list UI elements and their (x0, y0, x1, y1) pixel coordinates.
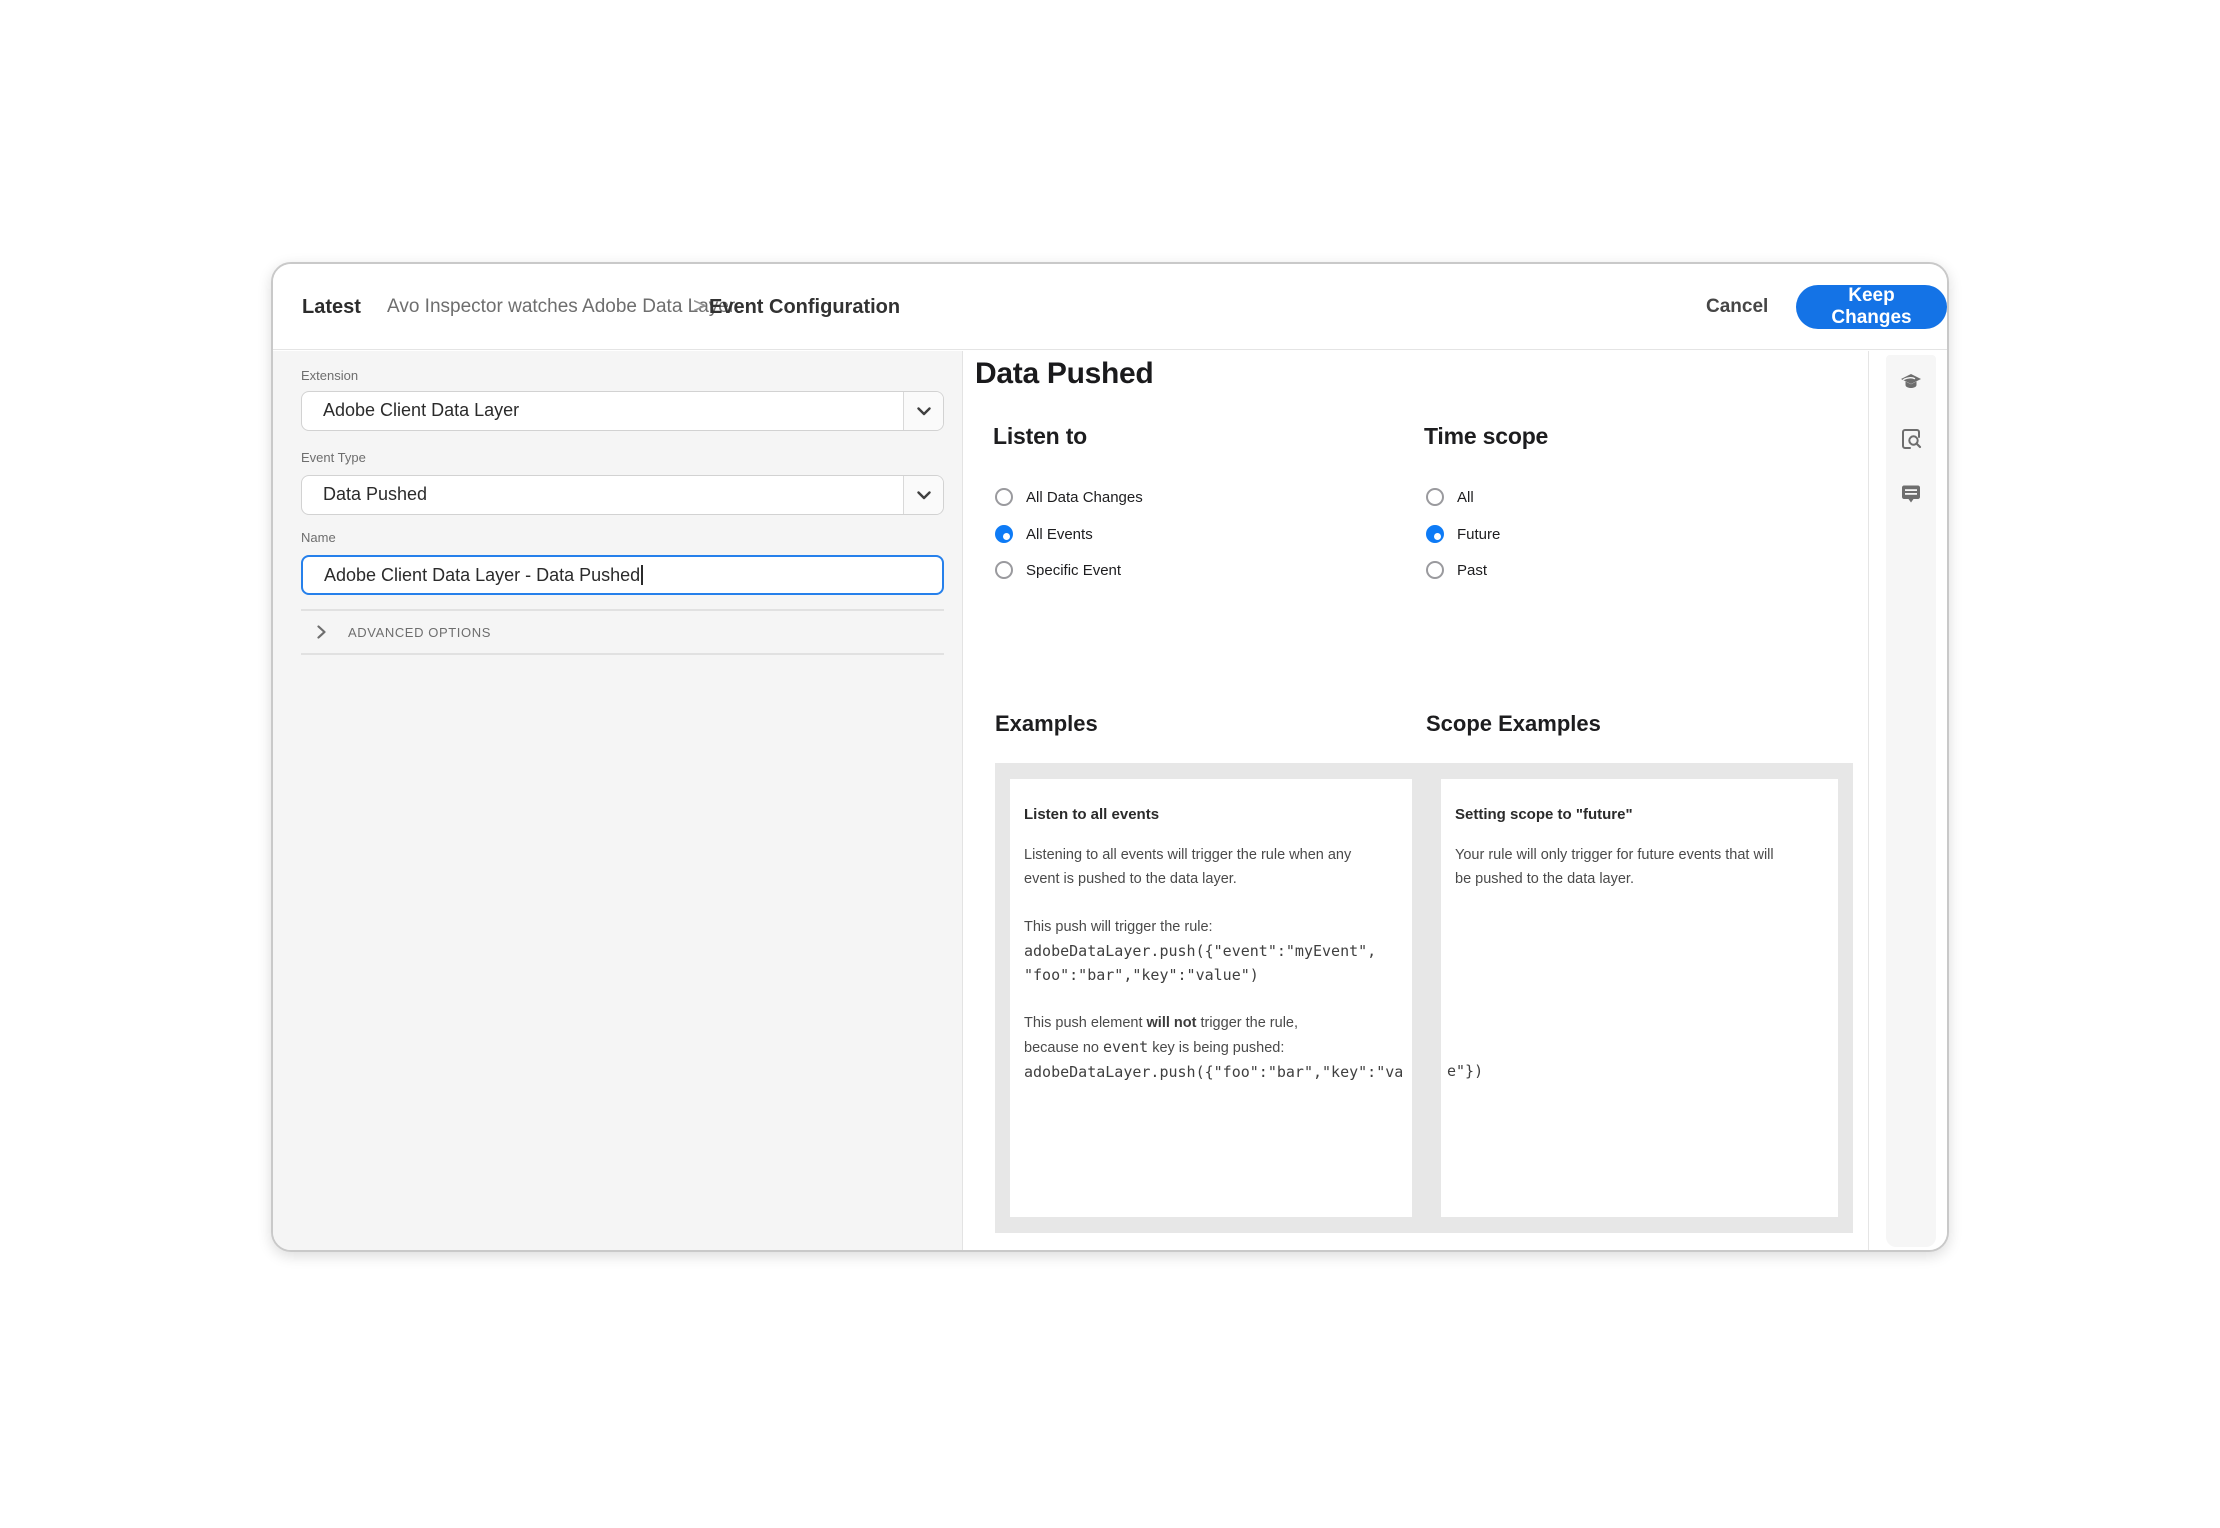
radio-label: Past (1457, 562, 1487, 579)
divider (1868, 351, 1869, 1250)
page-title: Data Pushed (975, 357, 1153, 391)
name-label: Name (301, 530, 336, 545)
extension-selected-value: Adobe Client Data Layer (323, 392, 519, 429)
extension-view-panel: Data Pushed Listen to Time scope All Dat… (964, 351, 1947, 1250)
example-text-line: This push element will not trigger the r… (1024, 1011, 1398, 1035)
version-label: Latest (302, 264, 361, 350)
scope-text-line: Your rule will only trigger for future e… (1455, 843, 1824, 867)
example-text-line: Listening to all events will trigger the… (1024, 843, 1398, 867)
event-type-dropdown-button[interactable] (903, 476, 943, 514)
radio-label: All (1457, 489, 1474, 506)
cancel-button[interactable]: Cancel (1698, 264, 1776, 350)
extension-dropdown-button[interactable] (903, 392, 943, 430)
chevron-right-icon (317, 625, 326, 639)
breadcrumb-chevron-icon: > (693, 264, 706, 350)
notes-icon[interactable] (1899, 482, 1923, 506)
radio-specific-event[interactable]: Specific Event (995, 559, 1121, 581)
divider (301, 609, 944, 611)
radio-button-icon[interactable] (995, 525, 1013, 543)
name-input[interactable]: Adobe Client Data Layer - Data Pushed (301, 555, 944, 595)
time-scope-heading: Time scope (1424, 423, 1548, 450)
advanced-options-toggle[interactable]: ADVANCED OPTIONS (301, 617, 491, 647)
event-type-select[interactable]: Data Pushed (301, 475, 944, 515)
scope-examples-card: Setting scope to "future" Your rule will… (1441, 779, 1838, 1217)
scope-examples-heading: Scope Examples (1426, 711, 1601, 737)
radio-label: Specific Event (1026, 562, 1121, 579)
radio-label: All Data Changes (1026, 489, 1143, 506)
example-text-line: because no event key is being pushed: (1024, 1035, 1398, 1060)
scope-text-line: be pushed to the data layer. (1455, 867, 1824, 891)
event-configuration-dialog: Latest Avo Inspector watches Adobe Data … (271, 262, 1949, 1252)
example-code-line: "foo":"bar","key":"value") (1024, 963, 1398, 987)
example-card-title: Listen to all events (1024, 803, 1398, 827)
radio-scope-past[interactable]: Past (1426, 559, 1487, 581)
radio-button-icon[interactable] (1426, 488, 1444, 506)
event-settings-panel: Extension Adobe Client Data Layer Event … (273, 351, 963, 1250)
radio-all-events[interactable]: All Events (995, 523, 1093, 545)
learn-icon[interactable] (1899, 370, 1923, 394)
advanced-options-label: ADVANCED OPTIONS (348, 625, 491, 640)
extension-select[interactable]: Adobe Client Data Layer (301, 391, 944, 431)
radio-scope-all[interactable]: All (1426, 486, 1474, 508)
chevron-down-icon (917, 491, 931, 500)
keep-changes-button[interactable]: Keep Changes (1796, 285, 1947, 329)
example-text-line: This push will trigger the rule: (1024, 915, 1398, 939)
breadcrumb-rule-name[interactable]: Avo Inspector watches Adobe Data Layer (387, 264, 735, 350)
text-cursor (641, 565, 643, 585)
radio-scope-future[interactable]: Future (1426, 523, 1500, 545)
radio-all-data-changes[interactable]: All Data Changes (995, 486, 1143, 508)
overflow-code-fragment: e"}) (1447, 1059, 1483, 1083)
radio-button-icon[interactable] (1426, 561, 1444, 579)
right-toolbar-rail (1886, 355, 1936, 1247)
event-type-selected-value: Data Pushed (323, 476, 427, 513)
radio-label: All Events (1026, 526, 1093, 543)
radio-button-icon[interactable] (1426, 525, 1444, 543)
dialog-header: Latest Avo Inspector watches Adobe Data … (273, 264, 1947, 350)
breadcrumb-current-page: Event Configuration (709, 264, 900, 350)
radio-label: Future (1457, 526, 1500, 543)
divider (301, 653, 944, 655)
event-type-label: Event Type (301, 450, 366, 465)
example-code-line: adobeDataLayer.push({"event":"myEvent", (1024, 939, 1398, 963)
extension-label: Extension (301, 368, 358, 383)
scope-card-title: Setting scope to "future" (1455, 803, 1824, 827)
examples-container: Listen to all events Listening to all ev… (995, 763, 1426, 1233)
radio-button-icon[interactable] (995, 561, 1013, 579)
example-text-line: event is pushed to the data layer. (1024, 867, 1398, 891)
chevron-down-icon (917, 407, 931, 416)
examples-card: Listen to all events Listening to all ev… (1010, 779, 1412, 1217)
name-input-value: Adobe Client Data Layer - Data Pushed (324, 565, 640, 585)
radio-button-icon[interactable] (995, 488, 1013, 506)
preview-icon[interactable] (1899, 427, 1923, 451)
examples-heading: Examples (995, 711, 1098, 737)
example-code-line-clipped: adobeDataLayer.push({"foo":"bar","key":"… (1024, 1060, 1398, 1084)
scope-examples-container: Setting scope to "future" Your rule will… (1426, 763, 1853, 1233)
listen-to-heading: Listen to (993, 423, 1087, 450)
